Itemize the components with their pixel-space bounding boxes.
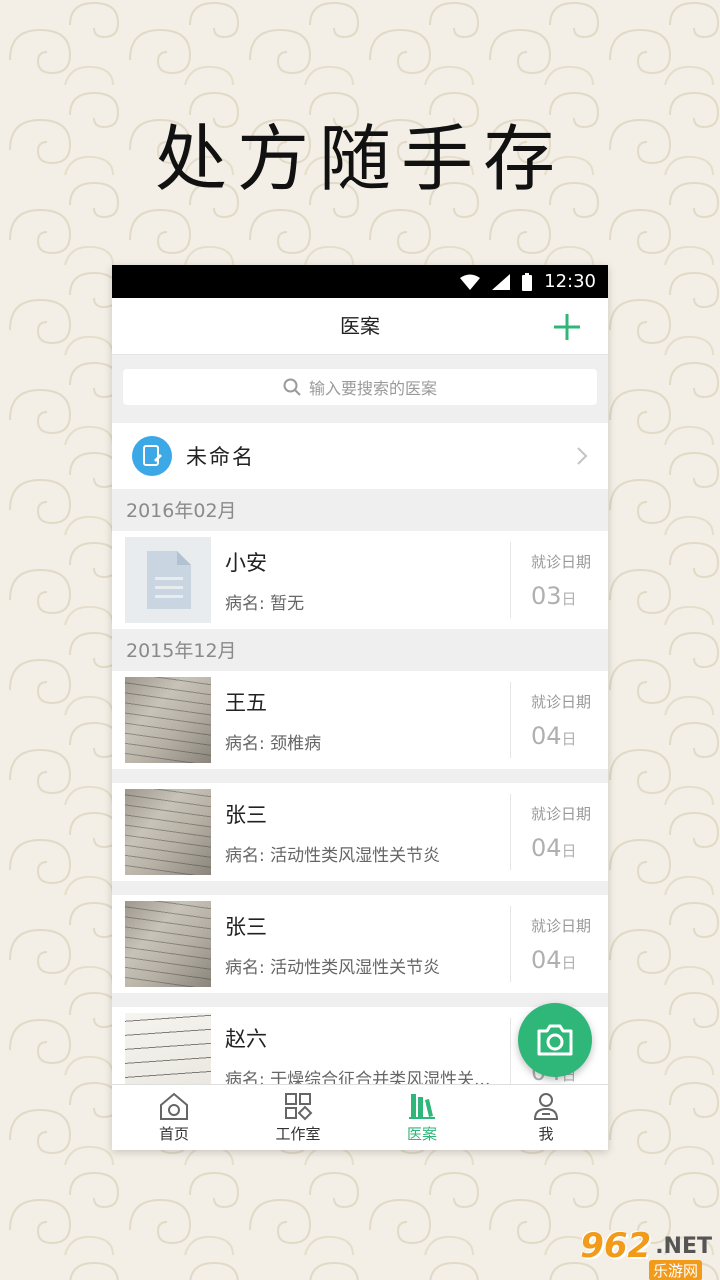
watermark-sub: 乐游网 bbox=[648, 1260, 702, 1280]
nav-home[interactable]: 首页 bbox=[112, 1085, 236, 1150]
search-input[interactable]: 输入要搜索的医案 bbox=[123, 369, 597, 405]
signal-icon bbox=[492, 273, 511, 290]
disease-name: 病名: 活动性类风湿性关节炎 bbox=[225, 845, 441, 866]
visit-date-label: 就诊日期 bbox=[531, 916, 592, 935]
visit-date: 就诊日期 04日 bbox=[510, 682, 608, 758]
promo-title: 处方随手存 bbox=[154, 117, 565, 201]
nav-me[interactable]: 我 bbox=[484, 1085, 608, 1150]
folder-edit-icon bbox=[132, 436, 172, 476]
status-time: 12:30 bbox=[544, 271, 596, 292]
grid-icon bbox=[285, 1093, 313, 1121]
patient-name: 小安 bbox=[225, 550, 267, 575]
list-item[interactable]: 小安 病名: 暂无 就诊日期 03日 bbox=[112, 531, 608, 629]
search-placeholder: 输入要搜索的医案 bbox=[308, 379, 437, 398]
status-bar: 12:30 bbox=[112, 265, 608, 298]
unnamed-folder-row[interactable]: 未命名 bbox=[112, 423, 608, 489]
disease-name: 病名: 暂无 bbox=[225, 593, 305, 614]
watermark-net: .NET bbox=[655, 1233, 712, 1259]
visit-day: 04 bbox=[531, 721, 562, 750]
patient-name: 王五 bbox=[225, 690, 267, 715]
search-icon bbox=[283, 378, 301, 396]
patient-name: 赵六 bbox=[225, 1026, 267, 1051]
nav-me-label: 我 bbox=[538, 1125, 554, 1143]
list-item[interactable]: 张三 病名: 活动性类风湿性关节炎 就诊日期 04日 bbox=[112, 895, 608, 993]
phone-screen: 12:30 医案 输入要搜索的医案 未命名 2016年02月 小安 病名: 暂无… bbox=[112, 265, 608, 1150]
visit-date: 就诊日期 04日 bbox=[510, 794, 608, 870]
watermark-logo: 962 bbox=[580, 1226, 652, 1266]
prescription-photo bbox=[125, 789, 211, 875]
visit-date-label: 就诊日期 bbox=[531, 804, 592, 823]
home-icon bbox=[160, 1092, 188, 1120]
visit-day: 04 bbox=[531, 945, 562, 974]
search-bar: 输入要搜索的医案 bbox=[112, 355, 608, 419]
visit-date-label: 就诊日期 bbox=[531, 552, 592, 571]
camera-button[interactable] bbox=[518, 1003, 592, 1077]
document-thumbnail bbox=[125, 537, 211, 623]
visit-date: 就诊日期 03日 bbox=[510, 542, 608, 618]
list-item[interactable]: 王五 病名: 颈椎病 就诊日期 04日 bbox=[112, 671, 608, 769]
prescription-photo bbox=[125, 901, 211, 987]
nav-records-label: 医案 bbox=[406, 1125, 437, 1143]
books-icon bbox=[409, 1094, 435, 1119]
nav-home-label: 首页 bbox=[158, 1125, 189, 1143]
disease-name: 病名: 颈椎病 bbox=[225, 733, 322, 754]
nav-studio-label: 工作室 bbox=[275, 1125, 321, 1143]
camera-icon bbox=[537, 1024, 573, 1056]
nav-studio[interactable]: 工作室 bbox=[236, 1085, 360, 1150]
battery-icon bbox=[522, 272, 533, 291]
section-header: 2016年02月 bbox=[112, 489, 608, 531]
prescription-photo bbox=[125, 677, 211, 763]
site-watermark: 962 .NET 乐游网 bbox=[580, 1226, 712, 1280]
section-header: 2015年12月 bbox=[112, 629, 608, 671]
visit-day: 04 bbox=[531, 833, 562, 862]
unnamed-folder-label: 未命名 bbox=[186, 445, 255, 469]
list-item[interactable]: 张三 病名: 活动性类风湿性关节炎 就诊日期 04日 bbox=[112, 783, 608, 881]
patient-name: 张三 bbox=[225, 802, 267, 827]
day-unit: 日 bbox=[561, 589, 577, 608]
patient-name: 张三 bbox=[225, 914, 267, 939]
chevron-right-icon bbox=[577, 447, 588, 465]
visit-date: 就诊日期 04日 bbox=[510, 906, 608, 982]
day-unit: 日 bbox=[561, 953, 577, 972]
day-unit: 日 bbox=[561, 729, 577, 748]
nav-records[interactable]: 医案 bbox=[360, 1085, 484, 1150]
wifi-icon bbox=[460, 274, 481, 290]
user-icon bbox=[533, 1093, 559, 1120]
visit-date-label: 就诊日期 bbox=[531, 692, 592, 711]
document-icon bbox=[147, 551, 191, 609]
bottom-nav: 首页 工作室 医案 我 bbox=[112, 1084, 608, 1150]
day-unit: 日 bbox=[561, 841, 577, 860]
app-bar: 医案 bbox=[112, 298, 608, 355]
add-icon[interactable] bbox=[552, 312, 582, 342]
page-title: 医案 bbox=[340, 314, 380, 338]
disease-name: 病名: 活动性类风湿性关节炎 bbox=[225, 957, 441, 978]
visit-day: 03 bbox=[531, 581, 562, 610]
